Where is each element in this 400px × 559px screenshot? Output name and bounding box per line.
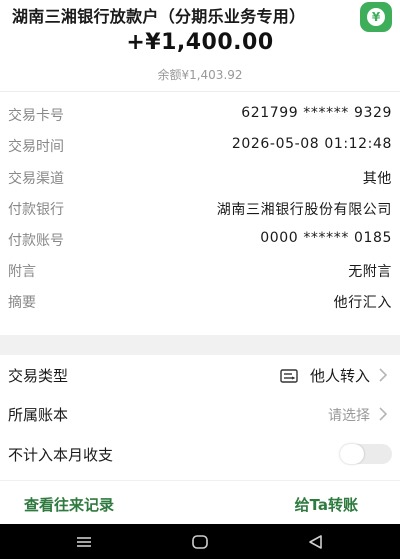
ledger-row[interactable]: 所属账本 请选择 — [0, 394, 400, 434]
menu-nav-icon[interactable] — [74, 533, 94, 551]
detail-row-summary: 摘要 他行汇入 — [0, 286, 400, 317]
detail-value: 湖南三湘银行股份有限公司 — [216, 202, 392, 218]
chevron-right-icon — [379, 368, 388, 382]
transaction-summary: 湖南三湘银行放款户（分期乐业务专用） ¥ +¥1,400.00 余额¥1,403… — [0, 0, 400, 95]
exclude-toggle[interactable] — [340, 444, 392, 464]
section-separator — [0, 335, 400, 355]
divider — [0, 91, 400, 92]
detail-row-card-number: 交易卡号 621799 ****** 9329 — [0, 99, 400, 130]
detail-value: 无附言 — [348, 264, 392, 280]
detail-label: 交易卡号 — [8, 108, 64, 124]
exclude-from-monthly-row: 不计入本月收支 — [0, 434, 400, 474]
detail-row-time: 交易时间 2026-05-08 01:12:48 — [0, 130, 400, 161]
back-nav-icon[interactable] — [306, 533, 326, 551]
view-history-link[interactable]: 查看往来记录 — [24, 494, 114, 515]
detail-value: 其他 — [362, 171, 392, 187]
detail-label: 付款账号 — [8, 233, 64, 249]
detail-value: 621799 ****** 9329 — [241, 105, 392, 121]
detail-value: 2026-05-08 01:12:48 — [231, 136, 392, 152]
payer-name: 湖南三湘银行放款户（分期乐业务专用） — [12, 7, 306, 26]
system-nav-bar — [0, 524, 400, 559]
transaction-type-label: 交易类型 — [8, 367, 69, 385]
ledger-label: 所属账本 — [8, 406, 69, 424]
detail-row-note: 附言 无附言 — [0, 255, 400, 286]
detail-row-payer-bank: 付款银行 湖南三湘银行股份有限公司 — [0, 193, 400, 224]
transfer-link[interactable]: 给Ta转账 — [295, 494, 358, 515]
ledger-select[interactable]: 请选择 — [328, 405, 370, 425]
detail-value: 他行汇入 — [333, 295, 392, 311]
detail-label: 付款银行 — [8, 202, 64, 218]
chevron-right-icon — [379, 407, 388, 421]
transaction-type-row[interactable]: 交易类型 他人转入 — [0, 355, 400, 395]
bottom-actions: 查看往来记录 给Ta转账 — [0, 480, 400, 524]
detail-label: 摘要 — [8, 295, 36, 311]
yen-icon[interactable]: ¥ — [360, 2, 392, 32]
detail-value: 0000 ****** 0185 — [260, 230, 392, 246]
detail-row-channel: 交易渠道 其他 — [0, 162, 400, 193]
account-balance: 余额¥1,403.92 — [157, 68, 243, 82]
toggle-knob — [340, 444, 364, 464]
transaction-amount: +¥1,400.00 — [126, 30, 274, 55]
detail-row-payer-account: 付款账号 0000 ****** 0185 — [0, 224, 400, 255]
home-nav-icon[interactable] — [190, 533, 210, 551]
detail-label: 附言 — [8, 264, 36, 280]
transaction-type-text: 他人转入 — [309, 367, 370, 385]
detail-label: 交易渠道 — [8, 171, 64, 187]
transfer-type-icon — [280, 368, 298, 383]
yen-symbol: ¥ — [367, 8, 385, 26]
exclude-label: 不计入本月收支 — [8, 446, 114, 464]
transaction-type-value: 他人转入 — [280, 365, 370, 386]
detail-label: 交易时间 — [8, 139, 64, 155]
